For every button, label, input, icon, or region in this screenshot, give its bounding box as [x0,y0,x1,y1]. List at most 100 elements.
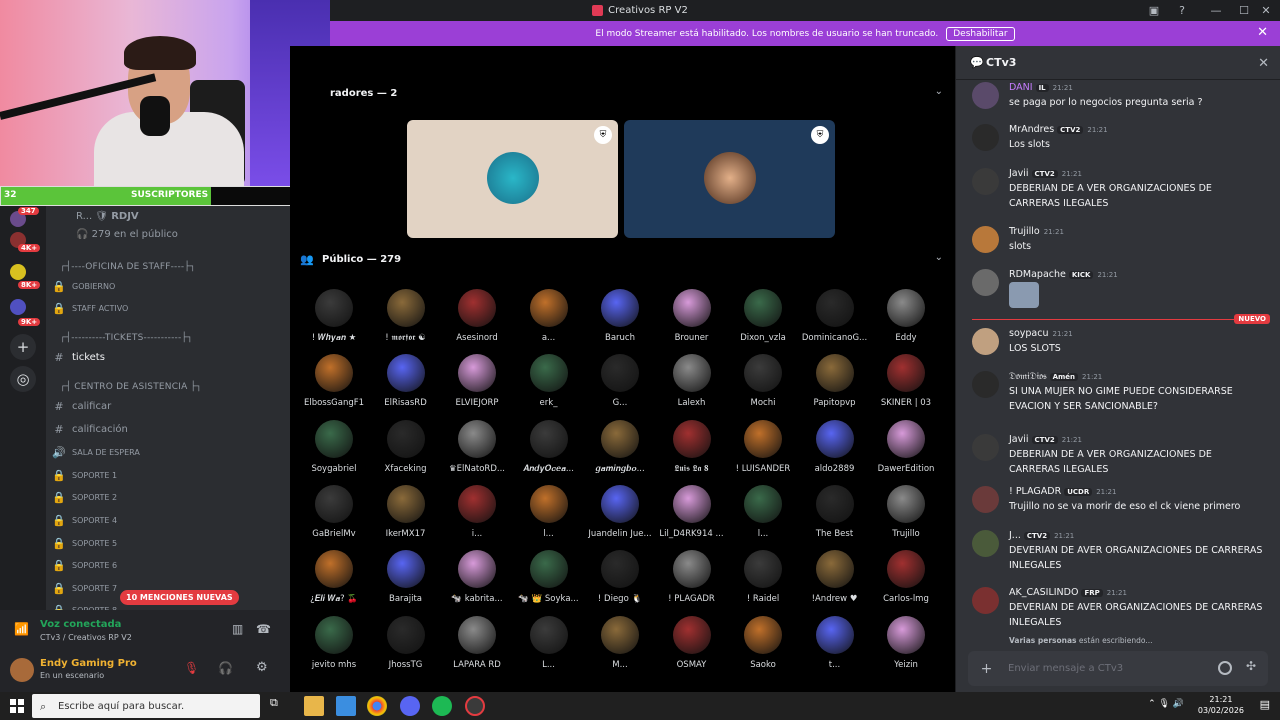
audience-member[interactable]: The Best [799,484,871,547]
headphones-icon[interactable]: 🎧 [218,661,233,675]
audience-member[interactable]: ! Raidel [727,550,799,612]
audience-member[interactable]: Papitopvp [799,354,871,416]
audience-member[interactable]: 𝕷𝖚𝖎𝖘 𝕷𝖆 𝟖 [656,419,728,482]
audience-member[interactable]: DawerEdition [870,419,942,482]
avatar[interactable] [972,530,999,557]
current-user-name[interactable]: Endy Gaming Pro [40,658,137,669]
audience-member[interactable]: !Andrew ♥ [799,550,871,612]
audience-member[interactable]: Juandelin Jue... [584,484,656,547]
audience-member[interactable]: JhossTG [370,615,442,678]
channel-calificacion[interactable]: # calificación [46,419,290,439]
audience-member[interactable]: l... [513,484,585,547]
windows-start-icon[interactable] [10,699,24,713]
avatar[interactable] [972,587,999,614]
close-chat-icon[interactable]: ✕ [1258,56,1269,71]
chevron-down-icon[interactable]: ⌄ [935,86,943,97]
audience-member[interactable]: ! 𝖒𝖔𝖗𝖋𝖔𝖗 ☯ [370,289,442,351]
category-asistencia[interactable]: ┌┤ CENTRO DE ASISTENCIA ├┐ [60,382,202,392]
noise-suppression-icon[interactable]: ▥ [232,622,243,636]
audience-member[interactable]: ElbossGangF1 [298,354,370,416]
taskbar-search[interactable]: ⌕ Escribe aquí para buscar. [32,694,260,718]
channel-soporte-1[interactable]: 🔒 SOPORTE 1 [46,465,290,485]
audience-member[interactable]: ! Diego 🐧 [584,550,656,612]
message-author[interactable]: Javii [1009,434,1029,445]
audience-member[interactable]: SKINER | 03 [870,354,942,416]
audience-member[interactable]: Yeizin [870,615,942,678]
audience-member[interactable]: ! 𝑾𝒉𝒚𝒂𝒏 ★ [298,289,370,351]
server-icon[interactable] [10,299,26,315]
avatar[interactable] [972,486,999,513]
audience-member[interactable]: L... [513,615,585,678]
avatar[interactable] [10,658,34,682]
avatar[interactable] [972,371,999,398]
audience-member[interactable]: erk_ [513,354,585,416]
close-banner-icon[interactable]: ✕ [1257,25,1268,40]
channel-soporte-4[interactable]: 🔒 SOPORTE 4 [46,510,290,530]
channel-sala-espera[interactable]: 🔊 SALA DE ESPERA [46,442,290,462]
category-staff[interactable]: ┌┤----OFICINA DE STAFF----├┐ [60,262,196,272]
audience-member[interactable]: Barajita [370,550,442,612]
chrome-icon[interactable] [367,696,387,716]
audience-member[interactable]: ! LUISANDER [727,419,799,482]
audience-member[interactable]: Mochi [727,354,799,416]
message-author[interactable]: AK_CASILINDO [1009,587,1078,598]
new-mentions-pill[interactable]: 10 MENCIONES NUEVAS [120,590,239,605]
disconnect-icon[interactable]: ☎ [256,622,271,636]
audience-member[interactable]: Soygabriel [298,419,370,482]
avatar[interactable] [972,82,999,109]
audience-member[interactable]: Saoko [727,615,799,678]
wolf-emoji-image[interactable] [1009,282,1039,308]
channel-gobierno[interactable]: 🔒 GOBIERNO [46,276,290,296]
audience-member[interactable]: Asesinord [441,289,513,351]
disable-streamer-button[interactable]: Deshabilitar [946,26,1015,41]
audience-member[interactable]: DominicanoG... [799,289,871,351]
audience-member[interactable]: Baruch [584,289,656,351]
audience-member[interactable]: LAPARA RD [441,615,513,678]
speaker-tile[interactable]: ⛨ [407,120,618,238]
emoji-icon[interactable] [1218,661,1232,675]
obs-icon[interactable] [465,696,485,716]
message-author[interactable]: DANI [1009,82,1033,93]
close-window-button[interactable]: ✕ [1252,0,1280,21]
mute-mic-icon[interactable]: 🎙 [184,661,199,675]
chevron-down-icon[interactable]: ⌄ [935,252,943,263]
audience-member[interactable]: ! PLAGADR [656,550,728,612]
avatar[interactable] [972,269,999,296]
avatar[interactable] [972,226,999,253]
message-author[interactable]: soypacu [1009,328,1048,339]
audience-member[interactable]: G... [584,354,656,416]
taskbar-clock[interactable]: 21:21 03/02/2026 [1198,694,1244,716]
server-icon[interactable] [10,264,26,280]
discord-icon[interactable] [400,696,420,716]
audience-member[interactable]: 𝑨𝒏𝒅𝒚𝑶𝒄𝒆𝒂... [513,419,585,482]
inbox-icon[interactable]: ▣ [1140,0,1168,21]
audience-member[interactable]: t... [799,615,871,678]
audience-member[interactable]: GaBrielMv [298,484,370,547]
audience-member[interactable]: Eddy [870,289,942,351]
minimize-button[interactable]: — [1202,0,1230,21]
audience-member[interactable]: l... [727,484,799,547]
store-icon[interactable] [336,696,356,716]
spotify-icon[interactable] [432,696,452,716]
stage-speaker[interactable]: R... 🛡 RDJV [46,206,290,226]
apps-icon[interactable]: ✣ [1246,659,1256,673]
audience-member[interactable]: 🐄 👑 Soyka... [513,550,585,612]
audience-member[interactable]: Trujillo [870,484,942,547]
audience-member[interactable]: Lalexh [656,354,728,416]
channel-soporte-5[interactable]: 🔒 SOPORTE 5 [46,533,290,553]
audience-member[interactable]: Lil_D4RK914 ... [656,484,728,547]
task-view-icon[interactable]: ⧉ [270,696,290,716]
speaker-tile[interactable]: ⛨ [624,120,835,238]
audience-member[interactable]: Dixon_vzla [727,289,799,351]
audience-member[interactable]: ElRisasRD [370,354,442,416]
avatar[interactable] [972,168,999,195]
channel-soporte-6[interactable]: 🔒 SOPORTE 6 [46,555,290,575]
help-icon[interactable]: ? [1168,0,1196,21]
message-author[interactable]: ! PLAGADR [1009,486,1061,497]
audience-member[interactable]: OSMAY [656,615,728,678]
discover-button[interactable]: ◎ [10,366,36,392]
message-author[interactable]: Javii [1009,168,1029,179]
audience-member[interactable]: 𝒈𝒂𝒎𝒊𝒏𝒈𝒃𝒐... [584,419,656,482]
audience-member[interactable]: ♛ElNatoRD... [441,419,513,482]
audience-member[interactable]: i... [441,484,513,547]
